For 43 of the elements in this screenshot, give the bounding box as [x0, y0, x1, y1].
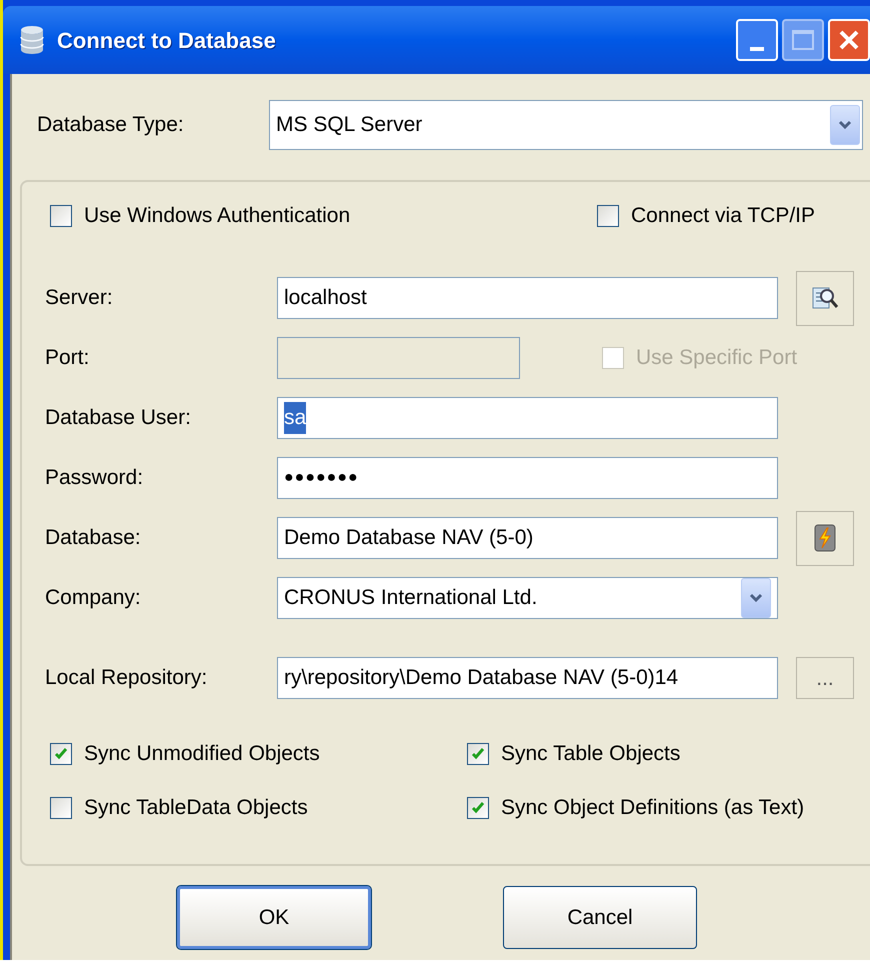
- search-button[interactable]: [796, 270, 854, 326]
- checkbox-label: Sync Object Definitions (as Text): [501, 795, 804, 822]
- checkbox[interactable]: [50, 743, 72, 765]
- database-icon: [20, 25, 44, 55]
- minimize-button[interactable]: [736, 19, 778, 61]
- checkbox-label: Sync Table Objects: [501, 741, 680, 768]
- close-button[interactable]: [828, 19, 870, 61]
- field-label: Database Type:: [37, 112, 185, 138]
- dialog-button[interactable]: OK: [177, 886, 371, 949]
- checkbox[interactable]: [597, 205, 619, 227]
- field-label: Port:: [45, 345, 90, 372]
- checkbox[interactable]: [50, 797, 72, 819]
- field-label: Database:: [45, 525, 142, 552]
- checkmark-icon: [471, 747, 485, 761]
- database-type-dropdown[interactable]: MS SQL Server: [269, 100, 863, 150]
- input-field[interactable]: sa: [277, 397, 778, 439]
- field-label: Local Repository:: [45, 665, 208, 692]
- dialog-button[interactable]: Cancel: [503, 886, 697, 949]
- password-field[interactable]: ●●●●●●●: [277, 457, 778, 499]
- checkmark-icon: [471, 801, 485, 815]
- field-label: Database User:: [45, 405, 192, 432]
- checkmark-icon: [54, 747, 68, 761]
- company-dropdown[interactable]: CRONUS International Ltd.: [277, 577, 778, 619]
- checkbox[interactable]: [50, 205, 72, 227]
- checkbox[interactable]: [467, 743, 489, 765]
- field-label: Server:: [45, 285, 114, 312]
- input-field[interactable]: localhost: [277, 277, 778, 319]
- browse-button[interactable]: ...: [796, 657, 854, 699]
- input-field[interactable]: Demo Database NAV (5-0): [277, 517, 778, 559]
- input-field[interactable]: ry\repository\Demo Database NAV (5-0)14: [277, 657, 778, 699]
- window-title: Connect to Database: [57, 26, 276, 54]
- field-label: Company:: [45, 585, 142, 612]
- close-icon: [837, 28, 861, 52]
- lightning-icon: [814, 524, 836, 552]
- dropdown-value: MS SQL Server: [276, 112, 422, 138]
- field-label: Password:: [45, 465, 144, 492]
- checkbox-label: Sync TableData Objects: [84, 795, 308, 822]
- checkbox[interactable]: [467, 797, 489, 819]
- checkbox-label: Sync Unmodified Objects: [84, 741, 320, 768]
- checkbox-label: Use Specific Port: [636, 345, 798, 372]
- connect-button[interactable]: [796, 510, 854, 566]
- checkbox-label: Use Windows Authentication: [84, 203, 350, 230]
- checkbox-label: Connect via TCP/IP: [631, 203, 816, 230]
